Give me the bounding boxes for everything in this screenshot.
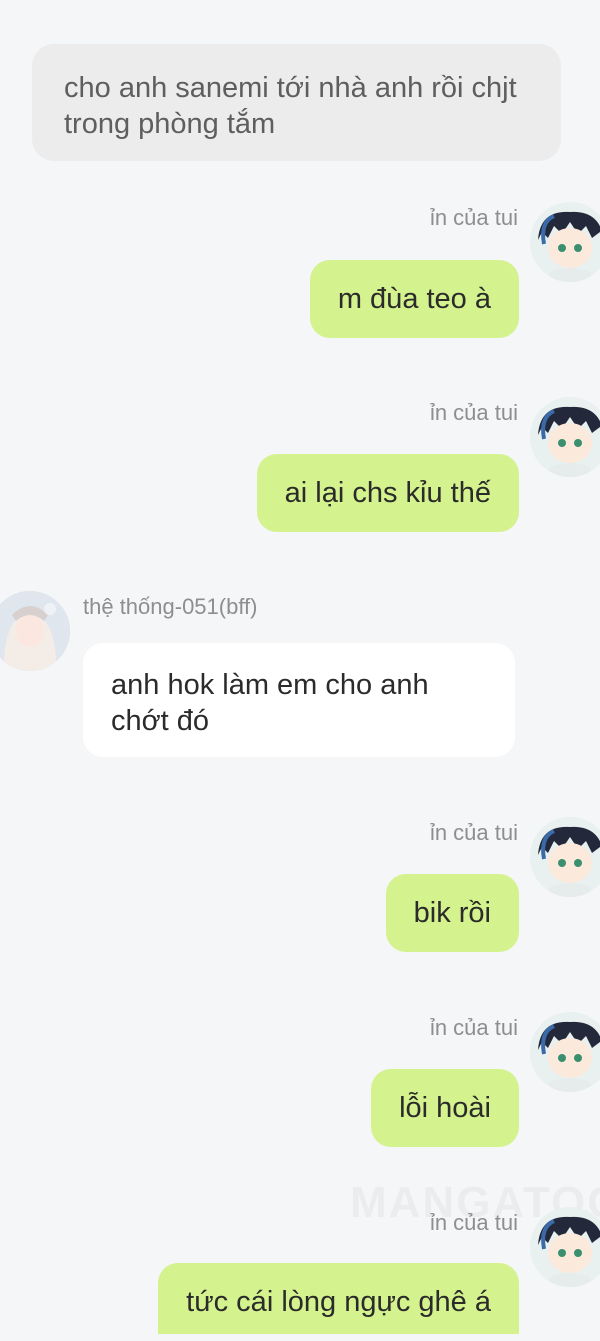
avatar-girl-icon [0, 591, 70, 671]
message-bubble[interactable]: lỗi hoài [371, 1069, 519, 1147]
avatar-me[interactable] [530, 817, 600, 897]
sender-name-me: ỉn của tui [429, 820, 518, 845]
sender-name-me: ỉn của tui [429, 400, 518, 425]
sender-name-me: ỉn của tui [429, 1210, 518, 1235]
avatar-character-icon [530, 1012, 600, 1092]
message-bubble[interactable]: tức cái lòng ngực ghê á [158, 1263, 519, 1334]
message-bubble[interactable]: ai lại chs kỉu thế [256, 454, 519, 532]
message-bubble[interactable]: anh hok làm em cho anh chớt đó [83, 643, 515, 757]
sender-name-other: thệ thống-051(bff) [83, 594, 258, 619]
avatar-character-icon [530, 202, 600, 282]
message-bubble[interactable]: m đùa teo à [309, 260, 519, 338]
narration-box: cho anh sanemi tới nhà anh rồi chjt tron… [32, 44, 561, 161]
avatar-me[interactable] [530, 1012, 600, 1092]
avatar-character-icon [530, 817, 600, 897]
avatar-me[interactable] [530, 397, 600, 477]
avatar-other[interactable] [0, 591, 70, 671]
avatar-me[interactable] [530, 1207, 600, 1287]
sender-name-me: ỉn của tui [429, 205, 518, 230]
avatar-character-icon [530, 1207, 600, 1287]
message-bubble[interactable]: bik rồi [385, 874, 519, 952]
narration-text: cho anh sanemi tới nhà anh rồi chjt tron… [64, 72, 517, 140]
sender-name-me: ỉn của tui [429, 1015, 518, 1040]
avatar-me[interactable] [530, 202, 600, 282]
avatar-character-icon [530, 397, 600, 477]
